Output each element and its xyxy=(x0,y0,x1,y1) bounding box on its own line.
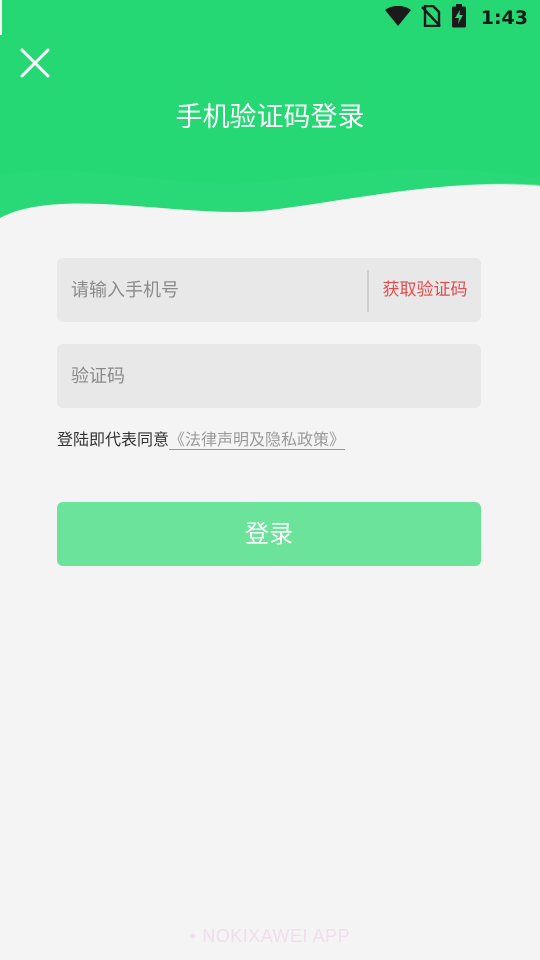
agreement: 登陆即代表同意《法律声明及隐私政策》 xyxy=(57,428,346,452)
get-code-button[interactable]: 获取验证码 xyxy=(369,258,481,322)
close-button[interactable] xyxy=(14,44,56,86)
wifi-icon xyxy=(384,5,411,30)
phone-field: 获取验证码 xyxy=(57,258,481,322)
battery-charging-icon xyxy=(451,4,467,32)
privacy-policy-link[interactable]: 《法律声明及隐私政策》 xyxy=(169,430,346,450)
status-time: 1:43 xyxy=(480,7,528,29)
phone-input[interactable] xyxy=(71,258,361,322)
close-icon xyxy=(19,47,51,83)
code-input[interactable] xyxy=(71,344,461,408)
no-sim-icon xyxy=(420,4,441,31)
page-title: 手机验证码登录 xyxy=(175,102,365,133)
login-button[interactable]: 登录 xyxy=(57,502,481,566)
watermark: • NOKIXAWEI APP xyxy=(189,926,351,946)
status-bar: 1:43 xyxy=(0,0,540,36)
code-field xyxy=(57,344,481,408)
agreement-text: 登陆即代表同意 xyxy=(57,430,170,449)
